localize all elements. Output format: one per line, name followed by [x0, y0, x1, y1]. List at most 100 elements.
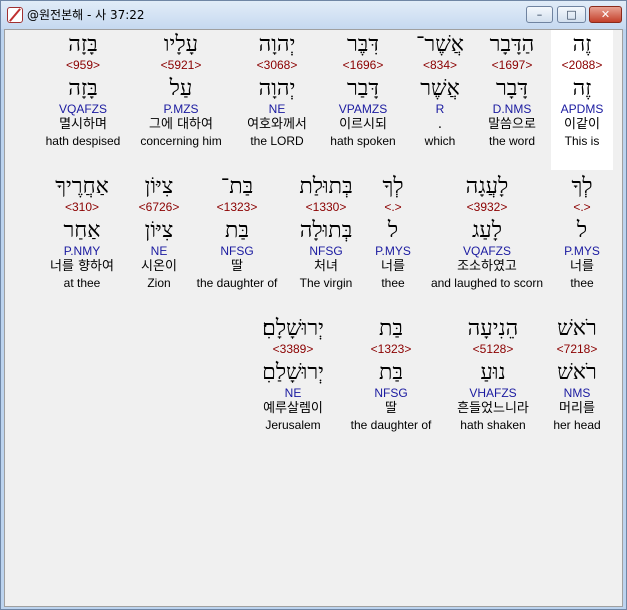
verse-panel: זֶה <2088> זֶה APDMS 이같이 This is הַדָּבָ…: [4, 29, 623, 607]
strong-number[interactable]: <3389>: [245, 342, 341, 356]
word-block[interactable]: לְךָ <.> ל P.MYS 너를 thee: [551, 174, 613, 290]
morphology: NFSG: [374, 386, 408, 400]
strong-number[interactable]: <5128>: [443, 342, 543, 356]
lemma: זֶה: [572, 76, 592, 101]
english-gloss: and laughed to scorn: [430, 276, 544, 290]
word-block[interactable]: אַחֲרֶיךָ <310> אַחַר P.NMY 너를 향하여 at th…: [35, 174, 129, 290]
strong-number[interactable]: <.>: [365, 200, 421, 214]
strong-number[interactable]: <5921>: [132, 58, 230, 72]
strong-number[interactable]: <3932>: [424, 200, 550, 214]
hebrew-word: אֲשֶׁר־: [415, 32, 464, 57]
hebrew-word: יְהוָה: [258, 32, 296, 57]
lemma: ל: [387, 218, 399, 243]
word-block[interactable]: לְךָ <.> ל P.MYS 너를 thee: [365, 174, 421, 290]
word-block[interactable]: עָלָיו <5921> עַל P.MZS 그에 대하여 concernin…: [132, 32, 230, 148]
morphology: NFSG: [309, 244, 343, 258]
hebrew-word: בַּת: [378, 316, 404, 341]
korean-gloss: 말씀으로: [488, 117, 536, 132]
hebrew-word: רֹאשׁ: [557, 316, 597, 341]
english-gloss: hath spoken: [330, 134, 396, 148]
strong-number[interactable]: <834>: [406, 58, 474, 72]
lemma: צִיּוֹן: [144, 218, 174, 243]
korean-gloss: 이르시되: [339, 117, 387, 132]
word-block[interactable]: בַּת <1323> בַּת NFSG 딸 the daughter of: [343, 316, 439, 432]
word-block[interactable]: בַּת־ <1323> בַּת NFSG 딸 the daughter of: [191, 174, 283, 290]
hebrew-word: לָעֲגָה: [465, 174, 509, 199]
hebrew-word: הֵנִיעָה: [467, 316, 519, 341]
word-block[interactable]: הַדָּבָר <1697> דָּבָר D.NMS 말씀으로 the wo…: [474, 32, 550, 148]
korean-gloss: 그에 대하여: [149, 117, 213, 132]
strong-number[interactable]: <7218>: [546, 342, 608, 356]
strong-number[interactable]: <1697>: [474, 58, 550, 72]
morphology: NE: [268, 102, 286, 116]
morphology: P.MYS: [564, 244, 600, 258]
lemma: בְּתוּלָה: [299, 218, 353, 243]
korean-gloss: 처녀: [314, 259, 338, 274]
english-gloss: This is: [564, 134, 600, 148]
korean-gloss: .: [437, 117, 443, 132]
lemma: בָּזָה: [68, 76, 98, 101]
lemma: דָּבָר: [496, 76, 528, 101]
hebrew-word: יְרוּשָׁלָםִ׃: [262, 316, 324, 341]
lemma: ל: [576, 218, 588, 243]
word-block[interactable]: בְּתוּלַת <1330> בְּתוּלָה NFSG 처녀 The v…: [287, 174, 365, 290]
korean-gloss: 시온이: [141, 259, 177, 274]
hebrew-word: הַדָּבָר: [489, 32, 535, 57]
hebrew-word: בְּתוּלַת: [299, 174, 353, 199]
korean-gloss: 너를 향하여: [50, 259, 114, 274]
word-block[interactable]: צִיּוֹן <6726> צִיּוֹן NE 시온이 Zion: [128, 174, 190, 290]
english-gloss: the daughter of: [350, 418, 432, 432]
morphology: D.NMS: [492, 102, 532, 116]
strong-number[interactable]: <2088>: [551, 58, 613, 72]
lemma: יְרוּשָׁלַםִ: [262, 360, 324, 385]
english-gloss: hath despised: [45, 134, 121, 148]
word-block[interactable]: יְרוּשָׁלָםִ׃ <3389> יְרוּשָׁלַםִ NE 예루살…: [245, 316, 341, 432]
english-gloss: Jerusalem: [265, 418, 321, 432]
hebrew-word: עָלָיו: [163, 32, 199, 57]
hebrew-word: לְךָ: [571, 174, 593, 199]
close-button[interactable]: ✕: [589, 6, 622, 23]
app-icon: [7, 7, 23, 23]
strong-number[interactable]: <1696>: [323, 58, 403, 72]
maximize-button[interactable]: □: [557, 6, 586, 23]
morphology: VQAFZS: [58, 102, 107, 116]
lemma: לָעַג: [471, 218, 502, 243]
hebrew-word: בַּת־: [220, 174, 254, 199]
word-block[interactable]: זֶה <2088> זֶה APDMS 이같이 This is: [551, 32, 613, 148]
strong-number[interactable]: <.>: [551, 200, 613, 214]
lemma: דָּבַר: [347, 76, 379, 101]
korean-gloss: 흔들었느니라: [457, 401, 529, 416]
korean-gloss: 너를: [381, 259, 405, 274]
lemma: בַּת: [224, 218, 250, 243]
word-block[interactable]: דִּבֶּר <1696> דָּבַר VPAMZS 이르시되 hath s…: [323, 32, 403, 148]
strong-number[interactable]: <6726>: [128, 200, 190, 214]
hebrew-word: בָּזָה: [68, 32, 98, 57]
english-gloss: her head: [553, 418, 601, 432]
morphology: APDMS: [560, 102, 604, 116]
english-gloss: the daughter of: [196, 276, 278, 290]
minimize-button[interactable]: –: [526, 6, 553, 23]
korean-gloss: 딸: [231, 259, 243, 274]
title-bar[interactable]: @원전본해 - 사 37:22 – □ ✕: [1, 1, 626, 29]
word-block[interactable]: בָּזָה <959> בָּזָה VQAFZS 멸시하며 hath des…: [39, 32, 127, 148]
strong-number[interactable]: <959>: [39, 58, 127, 72]
strong-number[interactable]: <1330>: [287, 200, 365, 214]
korean-gloss: 예루살렘이: [263, 401, 323, 416]
strong-number[interactable]: <1323>: [343, 342, 439, 356]
morphology: VPAMZS: [338, 102, 388, 116]
strong-number[interactable]: <310>: [35, 200, 129, 214]
hebrew-word: אַחֲרֶיךָ: [55, 174, 109, 199]
korean-gloss: 너를: [570, 259, 594, 274]
word-block[interactable]: לָעֲגָה <3932> לָעַג VQAFZS 조소하였고 and la…: [424, 174, 550, 290]
strong-number[interactable]: <1323>: [191, 200, 283, 214]
word-block[interactable]: יְהוָה <3068> יְהוָה NE 여호와께서 the LORD: [232, 32, 322, 148]
english-gloss: The virgin: [299, 276, 353, 290]
word-block[interactable]: רֹאשׁ <7218> רֹאשׁ NMS 머리를 her head: [546, 316, 608, 432]
morphology: NE: [284, 386, 302, 400]
lemma: בַּת: [378, 360, 404, 385]
word-block[interactable]: אֲשֶׁר־ <834> אֲשֶׁר R . which: [406, 32, 474, 148]
morphology: VQAFZS: [462, 244, 511, 258]
morphology: P.MZS: [163, 102, 199, 116]
strong-number[interactable]: <3068>: [232, 58, 322, 72]
word-block[interactable]: הֵנִיעָה <5128> נוּעַ VHAFZS 흔들었느니라 hath…: [443, 316, 543, 432]
